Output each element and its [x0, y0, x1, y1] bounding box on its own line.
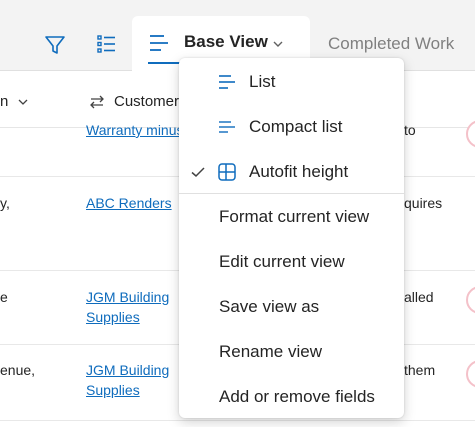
row-right-text: alled: [404, 289, 434, 305]
menu-item-label: List: [249, 72, 276, 91]
customer-link[interactable]: JGM Building: [86, 360, 169, 380]
menu-item-save-view-as[interactable]: Save view as: [179, 285, 404, 329]
avatar[interactable]: [466, 360, 475, 388]
swap-icon: [90, 95, 104, 109]
row-right-text: them: [404, 362, 436, 378]
menu-item-compact-list[interactable]: Compact list: [179, 105, 404, 149]
customer-link-line2[interactable]: Supplies: [86, 307, 140, 327]
chevron-down-icon[interactable]: [272, 38, 284, 50]
view-options-menu: List Compact list Autofit height Format …: [179, 58, 404, 418]
chevron-down-icon[interactable]: [18, 97, 28, 107]
row-left-text: enue,: [0, 362, 36, 378]
checkmark-icon: [191, 167, 205, 178]
customer-link[interactable]: ABC Renders: [86, 193, 172, 213]
menu-item-format-current-view[interactable]: Format current view: [179, 195, 404, 239]
menu-item-label: Compact list: [249, 117, 343, 136]
customer-link[interactable]: JGM Building: [86, 287, 169, 307]
menu-item-label: Edit current view: [219, 252, 345, 271]
menu-item-list[interactable]: List: [179, 60, 404, 104]
row-left-text: e: [0, 289, 8, 305]
menu-item-label: Save view as: [219, 297, 320, 316]
menu-item-label: Rename view: [219, 342, 322, 361]
checklist-icon: [97, 35, 115, 53]
avatar[interactable]: [466, 286, 475, 314]
customer-link-line2[interactable]: Supplies: [86, 380, 140, 400]
column-header-partial[interactable]: n: [0, 93, 8, 110]
list-icon: [219, 75, 235, 89]
compact-list-icon: [219, 121, 235, 133]
menu-item-rename-view[interactable]: Rename view: [179, 330, 404, 374]
avatar[interactable]: [466, 120, 475, 148]
row-right-text: quires: [404, 195, 443, 211]
menu-item-label: Autofit height: [249, 162, 349, 181]
menu-item-edit-current-view[interactable]: Edit current view: [179, 240, 404, 284]
menu-divider: [179, 193, 404, 194]
menu-item-label: Add or remove fields: [219, 387, 375, 406]
menu-item-add-or-remove-fields[interactable]: Add or remove fields: [179, 375, 404, 419]
checklist-button[interactable]: [89, 26, 125, 62]
tab-base-view-label: Base View: [184, 32, 268, 51]
filter-icon: [45, 36, 65, 54]
filter-button[interactable]: [37, 26, 73, 62]
row-right-text: to: [404, 122, 416, 138]
tab-completed-work[interactable]: Completed Work: [328, 34, 454, 54]
list-lines-icon: [150, 35, 168, 51]
autofit-icon: [218, 163, 236, 181]
column-header-customer[interactable]: Customer: [114, 93, 179, 110]
menu-item-autofit-height[interactable]: Autofit height: [179, 150, 404, 194]
menu-item-label: Format current view: [219, 207, 370, 226]
customer-link[interactable]: Warranty minus: [86, 120, 184, 140]
row-left-text: y,: [0, 195, 10, 211]
